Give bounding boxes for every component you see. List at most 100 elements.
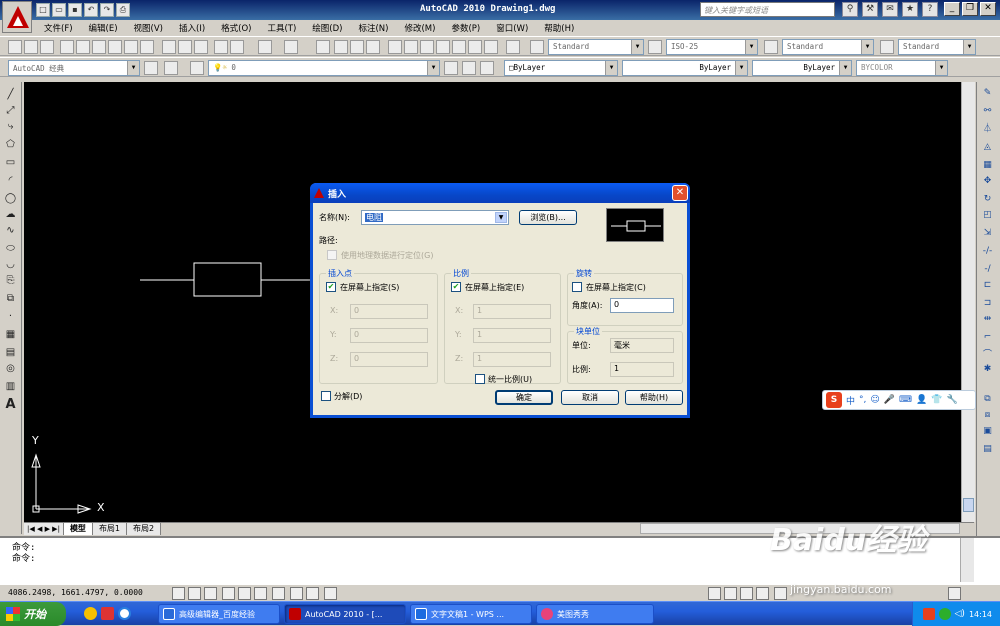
polyline-icon[interactable]: ⤷ [3, 120, 18, 134]
osnap-icon[interactable] [238, 587, 251, 600]
extend-icon[interactable]: -/ [980, 262, 995, 276]
task-autocad[interactable]: AutoCAD 2010 - [... [284, 604, 406, 624]
circle-icon[interactable]: ◯ [3, 192, 18, 206]
break-at-point-icon[interactable]: ⊏ [980, 278, 995, 292]
quick-properties-icon[interactable] [324, 587, 337, 600]
start-button[interactable]: 开始 [0, 602, 66, 626]
text-style-select[interactable]: Standard ▼ [548, 39, 644, 55]
dialog-close-button[interactable]: ✕ [672, 185, 688, 201]
scale-y-input[interactable]: 1 [473, 328, 551, 343]
menu-dimension[interactable]: 标注(N) [350, 22, 396, 34]
close-button[interactable]: ✕ [980, 2, 996, 16]
bring-front-icon[interactable]: ⧈ [980, 408, 995, 422]
revcloud-icon[interactable]: ☁ [3, 208, 18, 222]
ortho-icon[interactable] [204, 587, 217, 600]
copy-object-icon[interactable]: ⚯ [980, 104, 995, 118]
stretch-icon[interactable]: ⇲ [980, 226, 995, 240]
model-space-icon[interactable] [708, 587, 721, 600]
menu-tools[interactable]: 工具(T) [259, 22, 304, 34]
scroll-thumb[interactable] [963, 498, 974, 512]
microphone-icon[interactable]: 🎤 [884, 395, 895, 405]
ellipse-arc-icon[interactable]: ◡ [3, 258, 18, 272]
new-file-icon[interactable]: □ [36, 3, 50, 17]
menu-file[interactable]: 文件(F) [36, 22, 81, 34]
menu-insert[interactable]: 插入(I) [171, 22, 213, 34]
subscription-icon[interactable]: ⚒ [862, 2, 878, 17]
insertion-on-screen-checkbox[interactable]: ✔ [326, 282, 336, 292]
text-above-icon[interactable]: ▤ [980, 442, 995, 456]
app-launcher-icon[interactable] [84, 607, 97, 620]
menu-view[interactable]: 视图(V) [126, 22, 171, 34]
ducs-icon[interactable] [272, 587, 285, 600]
multiline-text-icon[interactable]: A [3, 398, 18, 412]
sheet-set-icon[interactable] [436, 40, 450, 54]
restore-button[interactable]: ❐ [962, 2, 978, 16]
coordinate-readout[interactable]: 4086.2498, 1661.4797, 0.0000 [8, 588, 143, 597]
preview-icon[interactable] [76, 40, 90, 54]
tab-layout1[interactable]: 布局1 [92, 523, 128, 535]
pan-icon[interactable] [316, 40, 330, 54]
previous-layer-icon[interactable] [462, 61, 476, 75]
dim-style-select[interactable]: ISO-25 ▼ [666, 39, 758, 55]
zoom-status-icon[interactable] [756, 587, 769, 600]
help-icon[interactable]: ? [922, 2, 938, 17]
multileader-style-icon[interactable] [880, 40, 894, 54]
point-icon[interactable]: · [3, 310, 18, 324]
steering-wheel-icon[interactable] [774, 587, 787, 600]
clock[interactable]: 14:14 [969, 610, 992, 619]
lineweight-select[interactable]: ByLayer ▼ [752, 60, 852, 76]
markup-icon[interactable] [124, 40, 138, 54]
geo-checkbox[interactable] [327, 250, 337, 260]
paste-icon[interactable] [194, 40, 208, 54]
user-icon[interactable]: 👤 [916, 395, 927, 405]
menu-edit[interactable]: 编辑(E) [81, 22, 126, 34]
vertical-scrollbar[interactable] [961, 82, 975, 522]
spline-icon[interactable]: ∿ [3, 224, 18, 238]
layer-select[interactable]: 💡☼ 0 ▼ [208, 60, 440, 76]
3d-dwf-icon[interactable] [108, 40, 122, 54]
pan-status-icon[interactable] [740, 587, 753, 600]
menu-parametric[interactable]: 参数(P) [443, 22, 488, 34]
layer-manager-icon[interactable] [190, 61, 204, 75]
redo-icon[interactable] [284, 40, 298, 54]
otrack-icon[interactable] [254, 587, 267, 600]
trim-icon[interactable]: -/- [980, 244, 995, 258]
multileader-style-select[interactable]: Standard ▼ [898, 39, 976, 55]
linetype-select[interactable]: ByLayer ▼ [622, 60, 748, 76]
dim-style-icon[interactable] [648, 40, 662, 54]
scale-on-screen-checkbox[interactable]: ✔ [451, 282, 461, 292]
minimize-button[interactable]: _ [944, 2, 960, 16]
quickcalc-icon[interactable] [468, 40, 482, 54]
menu-help[interactable]: 帮助(H) [536, 22, 582, 34]
properties-icon[interactable] [388, 40, 402, 54]
open-icon[interactable] [24, 40, 38, 54]
match-properties-icon[interactable] [214, 40, 228, 54]
tab-model[interactable]: 模型 [63, 523, 93, 535]
region-icon[interactable]: ◎ [3, 362, 18, 376]
task-meitu[interactable]: 美图秀秀 [536, 604, 654, 624]
explode-checkbox[interactable] [321, 391, 331, 401]
communication-icon[interactable]: ✉ [882, 2, 898, 17]
volume-icon[interactable]: ◁) [955, 609, 965, 619]
lineweight-toggle-icon[interactable] [306, 587, 319, 600]
table-icon[interactable]: ▥ [3, 380, 18, 394]
markup-set-icon[interactable] [452, 40, 466, 54]
construction-line-icon[interactable]: ⤢ [3, 104, 18, 118]
table-style-icon[interactable] [764, 40, 778, 54]
insert-block-icon[interactable]: ⎘ [3, 274, 18, 288]
ime-toolbar[interactable]: S 中 °, ☺ 🎤 ⌨ 👤 👕 🔧 [822, 390, 976, 410]
browse-button[interactable]: 浏览(B)... [519, 210, 577, 225]
autocad-logo[interactable] [2, 1, 32, 33]
insertion-z-input[interactable]: 0 [350, 352, 428, 367]
help-button[interactable]: 帮助(H) [625, 390, 683, 405]
clean-screen-icon[interactable] [948, 587, 961, 600]
block-name-combo[interactable]: 电阻 ▼ [361, 210, 509, 225]
menu-window[interactable]: 窗口(W) [488, 22, 536, 34]
punctuation-icon[interactable]: °, [859, 395, 866, 405]
search-input[interactable]: 键入关键字或短语 [700, 2, 835, 17]
explode-icon[interactable]: ✱ [980, 362, 995, 376]
send-back-icon[interactable]: ▣ [980, 424, 995, 438]
cut-icon[interactable] [162, 40, 176, 54]
hatch-icon[interactable]: ▦ [3, 328, 18, 342]
browser-icon[interactable] [118, 607, 131, 620]
